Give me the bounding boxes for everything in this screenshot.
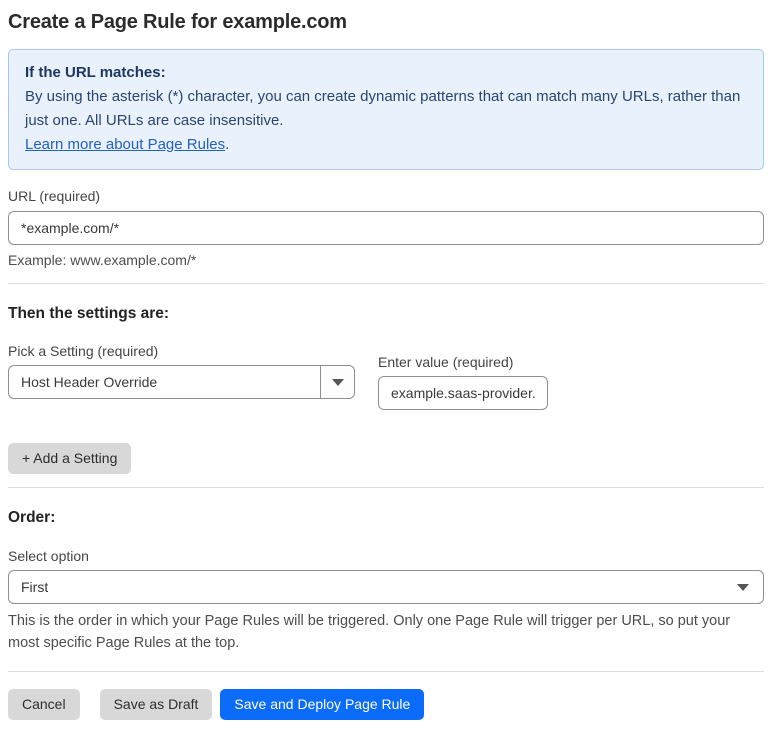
order-help-text: This is the order in which your Page Rul… bbox=[8, 613, 731, 651]
footer-buttons: Cancel Save as Draft Save and Deploy Pag… bbox=[8, 689, 764, 720]
link-suffix: . bbox=[225, 136, 230, 153]
setting-value-column: Enter value (required) bbox=[378, 354, 548, 410]
settings-row: Pick a Setting (required) Host Header Ov… bbox=[8, 323, 764, 410]
save-and-deploy-button[interactable]: Save and Deploy Page Rule bbox=[220, 689, 425, 720]
cancel-button[interactable]: Cancel bbox=[8, 689, 80, 720]
order-select-value: First bbox=[21, 579, 49, 595]
chevron-down-icon bbox=[737, 571, 749, 603]
divider bbox=[8, 283, 764, 284]
url-label: URL (required) bbox=[8, 188, 101, 204]
info-box-body: By using the asterisk (*) character, you… bbox=[25, 88, 741, 129]
url-match-info-box: If the URL matches: By using the asteris… bbox=[8, 49, 764, 170]
page-rule-form: Create a Page Rule for example.com If th… bbox=[0, 0, 772, 732]
divider bbox=[8, 487, 764, 488]
divider bbox=[8, 671, 764, 672]
setting-label: Pick a Setting (required) bbox=[8, 343, 159, 359]
settings-heading: Then the settings are: bbox=[8, 305, 170, 322]
url-example-hint: Example: www.example.com/* bbox=[8, 252, 197, 268]
url-input[interactable] bbox=[8, 211, 764, 245]
setting-picker-column: Pick a Setting (required) Host Header Ov… bbox=[8, 323, 355, 399]
setting-value-input[interactable] bbox=[378, 376, 548, 410]
setting-select-arrow-button[interactable] bbox=[320, 366, 354, 398]
order-select[interactable]: First bbox=[8, 570, 764, 604]
add-setting-button[interactable]: + Add a Setting bbox=[8, 443, 132, 474]
save-as-draft-button[interactable]: Save as Draft bbox=[99, 689, 213, 720]
setting-select-value: Host Header Override bbox=[21, 374, 158, 390]
learn-more-link[interactable]: Learn more about Page Rules bbox=[25, 136, 225, 153]
order-select-label: Select option bbox=[8, 548, 89, 564]
page-title: Create a Page Rule for example.com bbox=[8, 11, 347, 33]
order-heading: Order: bbox=[8, 509, 56, 526]
setting-select[interactable]: Host Header Override bbox=[8, 365, 355, 399]
info-box-heading: If the URL matches: bbox=[25, 64, 166, 81]
value-label: Enter value (required) bbox=[378, 354, 514, 370]
chevron-down-icon bbox=[331, 378, 344, 386]
